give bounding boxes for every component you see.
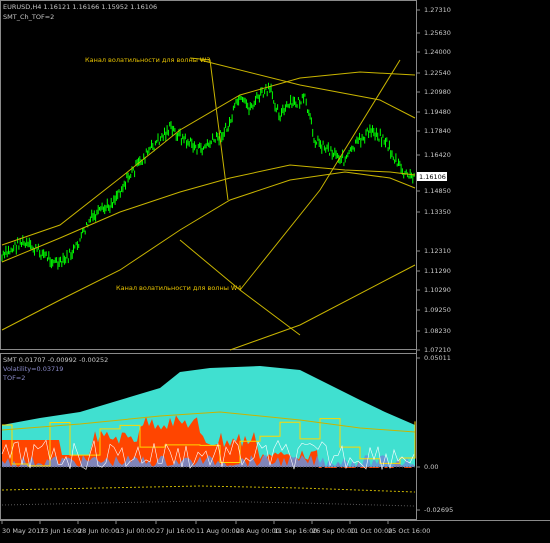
- price-tick-label: 1.14850: [424, 187, 451, 195]
- lower-area: [1, 468, 416, 518]
- price-tick-label: 1.11290: [424, 267, 451, 275]
- chart-header: EURUSD,H4 1.16121 1.16166 1.15952 1.1610…: [3, 3, 158, 11]
- lower-channel-line: [1, 171, 416, 331]
- moving-average-line: [1, 164, 416, 263]
- price-tick-label: 1.07210: [424, 346, 451, 354]
- time-tick-label: 27 Jul 16:00: [156, 527, 195, 535]
- price-tick-label: 1.16420: [424, 151, 451, 159]
- price-tick-label: 1.17840: [424, 127, 451, 135]
- price-tick-label: 1.12310: [424, 247, 451, 255]
- indicator-tick-label: 0.00: [424, 463, 438, 471]
- time-tick-label: 11 Sep 16:00: [274, 527, 317, 535]
- indicator-plot: [0, 366, 416, 518]
- price-plot: [1, 57, 416, 351]
- price-tick-label: 1.09250: [424, 306, 451, 314]
- indicator-tick-label: 0.05011: [424, 354, 451, 362]
- time-tick-label: 11 Aug 00:00: [196, 527, 240, 535]
- price-tick-label: 1.25630: [424, 29, 451, 37]
- price-tick-label: 1.13350: [424, 208, 451, 216]
- price-tick-label: 1.20980: [424, 88, 451, 96]
- price-tick-label: 1.19480: [424, 108, 451, 116]
- indicator-tick-label: -0.02695: [424, 506, 453, 514]
- time-tick-label: 11 Oct 00:00: [350, 527, 392, 535]
- w3-marker-line: [189, 57, 229, 201]
- price-tick-label: 1.24000: [424, 48, 451, 56]
- w4-diagonal-line: [239, 59, 401, 291]
- w4-lower-line: [229, 264, 416, 351]
- time-tick-label: 13 Jun 16:00: [40, 527, 81, 535]
- time-tick-label: 28 Jun 00:00: [78, 527, 119, 535]
- volatility-label: Volatility=0.03719: [3, 365, 64, 373]
- current-price-label: 1.16106: [419, 173, 446, 181]
- time-tick-label: 13 Jul 00:00: [116, 527, 155, 535]
- time-tick-label: 25 Oct 16:00: [388, 527, 430, 535]
- upper-channel-line: [1, 71, 416, 246]
- price-tick-label: 1.22540: [424, 69, 451, 77]
- price-tick-label: 1.27310: [424, 6, 451, 14]
- time-tick-label: 26 Sep 00:00: [312, 527, 355, 535]
- annotation-w3: Канал волатильности для волны W3: [85, 56, 211, 64]
- subindicator-label: SMT_Ch_TOF=2: [3, 13, 55, 21]
- time-tick-label: 30 May 2017: [2, 527, 44, 535]
- indicator-scale[interactable]: 0.05011 0.00 -0.02695: [416, 354, 453, 514]
- indicator-header: SMT 0.01707 -0.00992 -0.00252: [3, 356, 109, 364]
- annotation-w4: Канал волатильности для волны W4: [116, 284, 242, 292]
- time-scale[interactable]: 30 May 201713 Jun 16:0028 Jun 00:0013 Ju…: [1, 520, 430, 535]
- price-tick-label: 1.08230: [424, 327, 451, 335]
- tof-label: TOF=2: [3, 374, 26, 382]
- chart-frame: 1.27310 1.25630 1.24000 1.22540 1.20980 1.194…: [0, 0, 550, 535]
- price-tick-label: 1.10290: [424, 286, 451, 294]
